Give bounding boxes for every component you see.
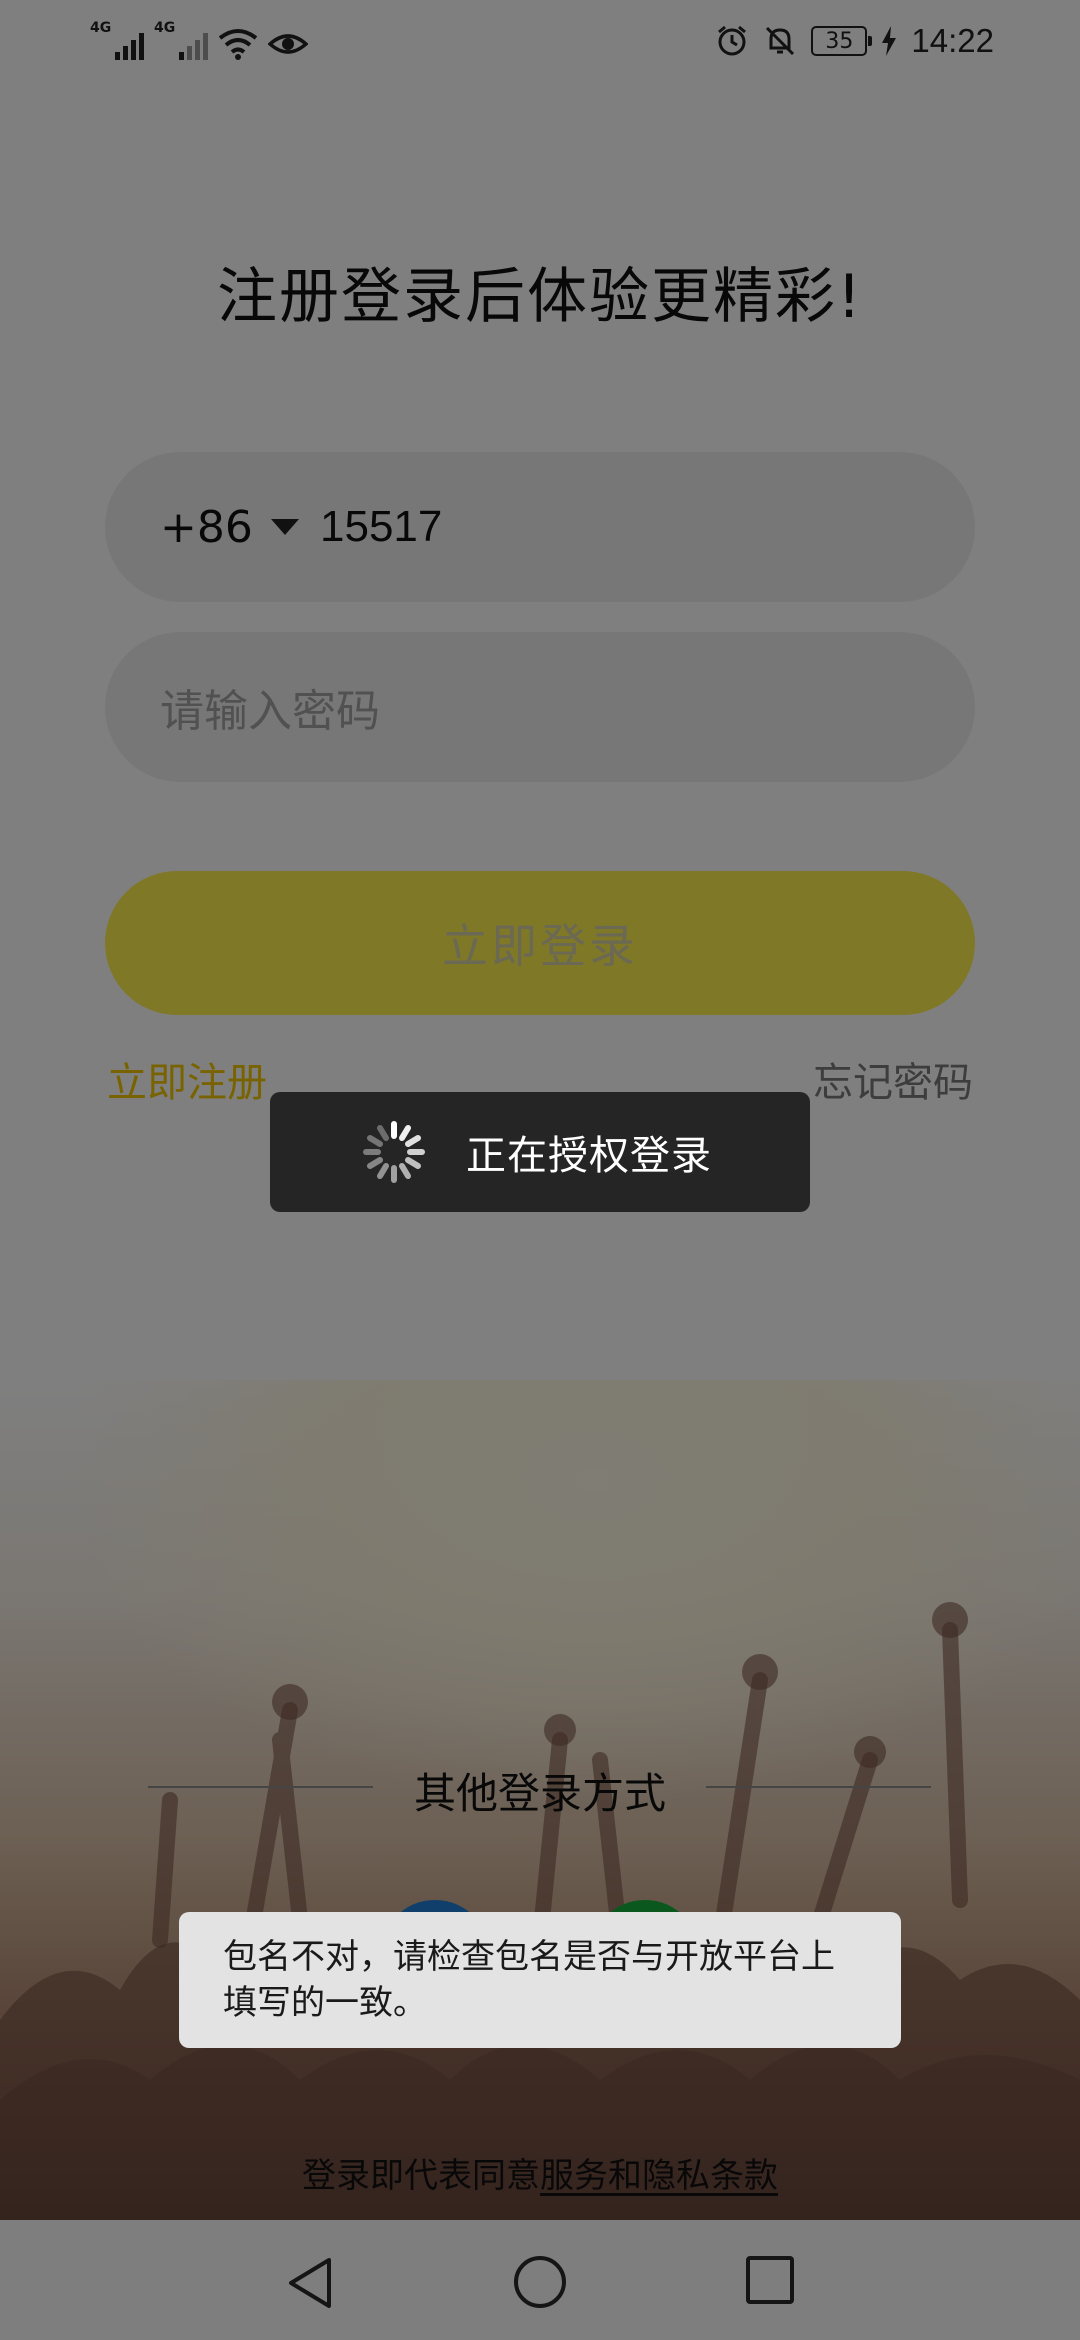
loading-text: 正在授权登录	[466, 1133, 712, 1179]
spinner-icon	[363, 1121, 425, 1183]
login-screen: 4G 4G	[0, 0, 1080, 2340]
error-toast: 包名不对，请检查包名是否与开放平台上填写的一致。	[179, 1912, 901, 2048]
loading-dialog: 正在授权登录	[270, 1092, 810, 1212]
